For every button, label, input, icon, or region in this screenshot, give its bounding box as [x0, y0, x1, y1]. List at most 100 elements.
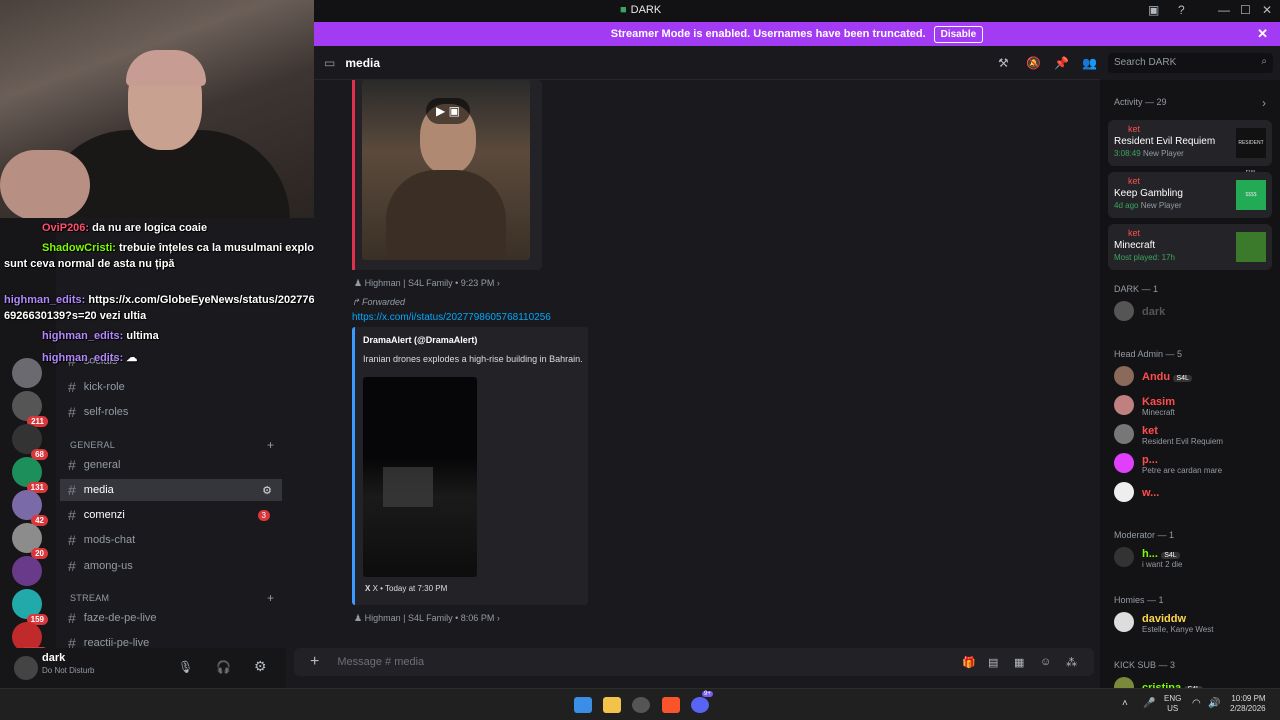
server-icon[interactable]: 68 — [12, 424, 48, 460]
category-general[interactable]: GENERAL — [70, 440, 115, 450]
channel-name: comenzi — [83, 509, 125, 521]
chat-user: highman_edits: — [4, 294, 86, 306]
sticker-icon[interactable]: ▦ — [1014, 656, 1024, 669]
activity-meta: Most played: 17h — [1114, 253, 1175, 262]
headphones-icon[interactable]: 🎧 — [216, 660, 231, 674]
channel-item[interactable]: # self-roles — [60, 401, 282, 423]
microphone-tray-icon[interactable]: 🎤 — [1143, 698, 1155, 709]
channel-item[interactable]: # comenzi 3 — [60, 504, 282, 526]
add-channel-icon[interactable]: + — [267, 591, 274, 605]
server-icon[interactable]: 20 — [12, 523, 48, 559]
chat-user: ShadowCristi: — [42, 242, 116, 254]
embed-video[interactable] — [363, 377, 477, 577]
member-item[interactable]: Andu S4L — [1114, 363, 1274, 389]
activity-card[interactable]: ket Keep Gambling 4d ago New Player $$$$ — [1108, 172, 1272, 218]
message-author[interactable]: Highman | S4L Family — [365, 613, 453, 623]
member-item[interactable]: dark — [1114, 298, 1274, 324]
hash-icon: # — [68, 532, 76, 548]
members-toggle-icon[interactable]: 👥 — [1082, 56, 1097, 70]
member-item[interactable]: p... Petre are cardan mare — [1114, 450, 1274, 476]
disable-streamer-mode-button[interactable]: Disable — [933, 25, 984, 43]
threads-icon[interactable]: ⚒ — [998, 56, 1009, 70]
member-item[interactable]: ket Resident Evil Requiem — [1114, 421, 1274, 447]
message-input[interactable]: Message # media — [337, 656, 424, 668]
server-icon[interactable] — [12, 556, 42, 586]
minimize-button[interactable]: — — [1218, 3, 1230, 17]
activity-card[interactable]: ket Resident Evil Requiem 3:08:49 New Play… — [1108, 120, 1272, 176]
chat-line: sunt ceva normal de asta nu țipă — [4, 258, 175, 270]
activity-header: Activity — 29 — [1114, 97, 1167, 107]
obs-icon[interactable] — [632, 697, 650, 713]
forwarded-link[interactable]: https://x.com/i/status/20277986057681102… — [352, 312, 551, 323]
clock[interactable]: 10:09 PM 2/28/2026 — [1230, 694, 1266, 714]
brave-browser-icon[interactable] — [662, 697, 680, 713]
gif-icon[interactable]: ▤ — [988, 656, 998, 669]
tray-chevron-icon[interactable]: ˄ — [1122, 698, 1128, 709]
settings-icon[interactable]: ⚙ — [262, 484, 272, 497]
add-attachment-icon[interactable]: + — [310, 653, 319, 671]
play-icon[interactable]: ▶ ▣ — [426, 98, 470, 124]
wifi-icon[interactable]: ◠ — [1192, 698, 1201, 709]
windows-start-icon[interactable] — [574, 697, 592, 713]
channel-item[interactable]: # kick-role — [60, 376, 282, 398]
microphone-icon[interactable]: 🎙 — [178, 660, 193, 674]
chat-message: sunt ceva normal de asta nu țipă — [4, 258, 175, 270]
channel-item[interactable]: # media ⚙ — [60, 479, 282, 501]
help-icon[interactable]: ? — [1178, 3, 1185, 17]
channel-name: self-roles — [83, 406, 129, 418]
pin-icon[interactable]: 📌 — [1054, 56, 1069, 70]
member-item[interactable]: Kasim Minecraft — [1114, 392, 1274, 418]
streamer-mode-banner: Streamer Mode is enabled. Usernames have… — [314, 22, 1280, 46]
channel-item[interactable]: # mods-chat — [60, 529, 282, 551]
server-icon[interactable]: 42 — [12, 490, 48, 526]
forward-source-icon: ♟ — [354, 613, 363, 623]
category-stream[interactable]: STREAM — [70, 593, 109, 603]
close-window-button[interactable]: ✕ — [1262, 3, 1272, 17]
apps-icon[interactable]: ⁂ — [1066, 656, 1077, 669]
member-item[interactable]: h... S4L i want 2 die — [1114, 544, 1274, 570]
member-item[interactable]: w... — [1114, 479, 1274, 505]
settings-gear-icon[interactable]: ⚙ — [254, 658, 267, 675]
chat-line: highman_edits: https://x.com/GlobeEyeNew… — [4, 294, 333, 306]
server-icon[interactable]: 131 — [12, 457, 48, 493]
embed-author[interactable]: DramaAlert (@DramaAlert) — [363, 335, 477, 345]
inbox-icon[interactable]: ▣ — [1148, 3, 1159, 17]
server-icon[interactable]: 159 — [12, 589, 48, 625]
add-channel-icon[interactable]: + — [267, 438, 274, 452]
member-item[interactable]: daviddw Estelle, Kanye West — [1114, 609, 1274, 635]
language-indicator[interactable]: ENG US — [1164, 694, 1181, 714]
member-name: Kasim — [1142, 395, 1176, 408]
activity-card[interactable]: ket Minecraft Most played: 17h — [1108, 224, 1272, 270]
video-attachment[interactable]: ▶ ▣ — [352, 80, 542, 270]
message-composer[interactable]: + Message # media 🎁 ▤ ▦ ☺ ⁂ — [294, 648, 1094, 676]
chevron-right-icon[interactable]: › — [1262, 96, 1266, 110]
discord-badge: 9+ — [702, 691, 713, 697]
channel-item[interactable]: # reactii-pe-live — [60, 632, 282, 648]
mute-icon[interactable]: 🔕 — [1026, 56, 1041, 70]
member-name: Andu — [1142, 371, 1171, 383]
chat-user: highman_edits: — [42, 330, 124, 342]
webcam-overlay — [0, 0, 314, 218]
volume-icon[interactable]: 🔊 — [1208, 698, 1220, 709]
member-item[interactable]: cristina S4L — [1114, 674, 1274, 688]
media-channel-icon: ▭ — [324, 55, 336, 70]
chat-message: trebuie înțeles ca la musulmani explozii… — [119, 242, 335, 254]
channel-item[interactable]: # faze-de-pe-live — [60, 607, 282, 629]
clan-tag: S4L — [1173, 375, 1192, 382]
gift-icon[interactable]: 🎁 — [962, 656, 976, 669]
channel-item[interactable]: # general — [60, 454, 282, 476]
message-author[interactable]: Highman | S4L Family — [365, 278, 453, 288]
channel-item[interactable]: # among-us — [60, 555, 282, 577]
avatar[interactable] — [14, 656, 38, 680]
maximize-button[interactable]: ☐ — [1240, 3, 1251, 17]
server-icon[interactable]: 211 — [12, 391, 48, 427]
discord-taskbar-icon[interactable] — [691, 697, 709, 713]
chat-line: highman_edits: ultima — [42, 330, 159, 342]
search-input[interactable]: Search DARK ⌕ — [1108, 53, 1273, 73]
close-banner-icon[interactable]: ✕ — [1257, 26, 1268, 42]
file-explorer-icon[interactable] — [603, 697, 621, 713]
member-group-header: Moderator — 1 — [1114, 530, 1175, 540]
chat-user: highman_edits: — [42, 352, 124, 364]
member-name: p... — [1142, 453, 1158, 466]
emoji-icon[interactable]: ☺ — [1040, 656, 1051, 668]
